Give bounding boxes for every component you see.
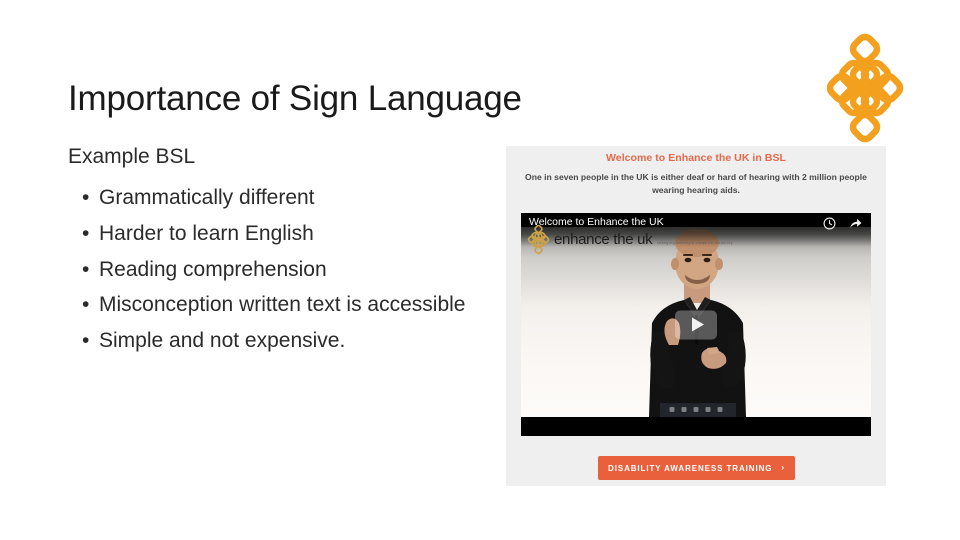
brand-name: enhance the uk (554, 231, 653, 248)
list-item: • Grammatically different (68, 183, 468, 213)
clock-icon[interactable] (823, 217, 836, 230)
list-item-label: Reading comprehension (99, 257, 327, 281)
bullet-dot-icon: • (82, 186, 90, 209)
enhance-the-uk-knot-logo-icon (812, 33, 916, 149)
list-item: • Simple and not expensive. (68, 326, 468, 356)
video-social-icon-row (669, 407, 723, 412)
bullet-dot-icon: • (82, 293, 90, 317)
embedded-website-screenshot: Welcome to Enhance the UK in BSL One in … (506, 146, 886, 486)
video-player[interactable]: Welcome to Enhance the UK enhance the uk… (521, 213, 871, 436)
video-brand-lockup: enhance the uk changing society's views … (525, 225, 733, 255)
list-item-label: Simple and not expensive. (99, 329, 346, 353)
body-content: Example BSL • Grammatically different • … (68, 146, 468, 362)
bullet-dot-icon: • (82, 257, 90, 281)
disability-awareness-training-button[interactable]: DISABILITY AWARENESS TRAINING › (598, 456, 795, 480)
play-triangle-glyph (691, 317, 704, 332)
social-icon (681, 407, 687, 412)
chevron-right-icon: › (781, 463, 785, 472)
cta-label: DISABILITY AWARENESS TRAINING (608, 463, 773, 473)
list-item: • Misconception written text is accessib… (68, 290, 468, 320)
embed-subtext: One in seven people in the UK is either … (525, 172, 867, 196)
embed-heading: Welcome to Enhance the UK in BSL (606, 152, 786, 164)
brand-tagline: changing society's views on disability (656, 241, 733, 245)
play-triangle-icon[interactable] (675, 310, 717, 339)
enhance-the-uk-knot-icon (527, 225, 550, 255)
list-item: • Reading comprehension (68, 255, 468, 285)
video-overlay-actions (823, 217, 862, 230)
social-icon (717, 407, 723, 412)
video-bottom-bar (521, 417, 871, 436)
bullet-dot-icon: • (82, 221, 90, 245)
bullet-dot-icon: • (82, 329, 90, 353)
social-icon (669, 407, 675, 412)
slide-canvas: Importance of Sign Language Example BSL … (0, 0, 960, 540)
list-item: • Harder to learn English (68, 219, 468, 249)
bullet-list: • Grammatically different • Harder to le… (68, 183, 468, 356)
list-item-label: Harder to learn English (99, 221, 314, 245)
page-title: Importance of Sign Language (68, 79, 522, 119)
body-lead-text: Example BSL (68, 145, 196, 168)
list-item-label: Grammatically different (99, 186, 315, 209)
social-icon (705, 407, 711, 412)
list-item-label: Misconception written text is accessible (99, 293, 466, 317)
share-arrow-icon[interactable] (849, 217, 862, 230)
social-icon (693, 407, 699, 412)
